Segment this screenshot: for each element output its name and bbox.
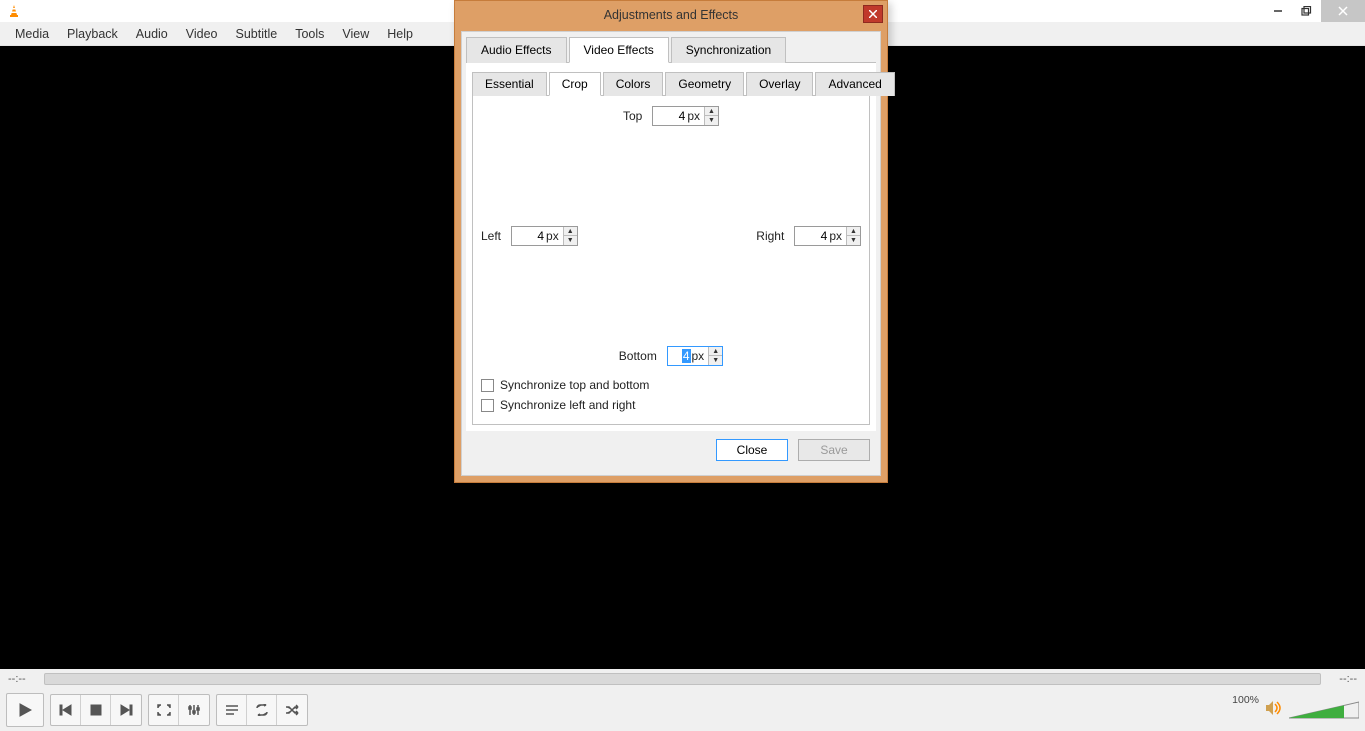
play-button[interactable] bbox=[7, 694, 43, 726]
crop-top-input[interactable] bbox=[653, 107, 687, 125]
menu-media[interactable]: Media bbox=[6, 24, 58, 44]
crop-right-down[interactable]: ▼ bbox=[847, 236, 860, 245]
crop-left-spinner[interactable]: px ▲▼ bbox=[511, 226, 578, 246]
crop-bottom-down[interactable]: ▼ bbox=[709, 356, 722, 365]
crop-bottom-suffix: px bbox=[691, 349, 709, 363]
subtab-colors[interactable]: Colors bbox=[603, 72, 664, 96]
menu-audio[interactable]: Audio bbox=[127, 24, 177, 44]
volume-percent: 100% bbox=[1232, 694, 1259, 706]
subtab-essential[interactable]: Essential bbox=[472, 72, 547, 96]
crop-right-input[interactable] bbox=[795, 227, 829, 245]
bottom-controls: --:-- --:-- 100% bbox=[0, 669, 1365, 731]
remaining-time: --:-- bbox=[1327, 673, 1357, 685]
menu-playback[interactable]: Playback bbox=[58, 24, 127, 44]
crop-left-label: Left bbox=[481, 229, 501, 243]
previous-button[interactable] bbox=[51, 695, 81, 725]
fullscreen-button[interactable] bbox=[149, 695, 179, 725]
vlc-icon bbox=[4, 4, 24, 18]
tab-synchronization[interactable]: Synchronization bbox=[671, 37, 786, 63]
menu-view[interactable]: View bbox=[333, 24, 378, 44]
crop-top-suffix: px bbox=[687, 109, 704, 123]
menu-help[interactable]: Help bbox=[378, 24, 422, 44]
crop-right-spinner[interactable]: px ▲▼ bbox=[794, 226, 861, 246]
minimize-button[interactable] bbox=[1263, 1, 1292, 21]
crop-top-label: Top bbox=[623, 109, 642, 123]
playlist-button[interactable] bbox=[217, 695, 247, 725]
dialog-title-text: Adjustments and Effects bbox=[604, 8, 739, 22]
sync-top-bottom-label: Synchronize top and bottom bbox=[500, 378, 649, 392]
dialog-title-bar[interactable]: Adjustments and Effects bbox=[455, 1, 887, 29]
tab-video-effects[interactable]: Video Effects bbox=[569, 37, 669, 63]
crop-right-up[interactable]: ▲ bbox=[847, 227, 860, 236]
elapsed-time: --:-- bbox=[8, 673, 38, 685]
crop-top-down[interactable]: ▼ bbox=[705, 116, 718, 125]
video-effects-subtab-strip: Essential Crop Colors Geometry Overlay A… bbox=[472, 71, 870, 95]
main-tab-strip: Audio Effects Video Effects Synchronizat… bbox=[466, 36, 876, 63]
crop-left-suffix: px bbox=[546, 229, 563, 243]
menu-tools[interactable]: Tools bbox=[286, 24, 333, 44]
crop-bottom-input[interactable]: 4 bbox=[668, 349, 691, 363]
speaker-icon[interactable] bbox=[1265, 700, 1283, 721]
crop-right-suffix: px bbox=[829, 229, 846, 243]
close-button[interactable] bbox=[1321, 0, 1365, 22]
crop-left-down[interactable]: ▼ bbox=[564, 236, 577, 245]
subtab-geometry[interactable]: Geometry bbox=[665, 72, 744, 96]
seek-row: --:-- --:-- bbox=[0, 669, 1365, 689]
seek-slider[interactable] bbox=[44, 673, 1321, 685]
subtab-advanced[interactable]: Advanced bbox=[815, 72, 894, 96]
menu-video[interactable]: Video bbox=[177, 24, 227, 44]
sync-top-bottom-checkbox[interactable] bbox=[481, 379, 494, 392]
dialog-save-button[interactable]: Save bbox=[798, 439, 870, 461]
crop-bottom-spinner[interactable]: 4 px ▲▼ bbox=[667, 346, 723, 366]
dialog-close-action-button[interactable]: Close bbox=[716, 439, 788, 461]
sync-left-right-checkbox[interactable] bbox=[481, 399, 494, 412]
crop-bottom-up[interactable]: ▲ bbox=[709, 347, 722, 356]
sync-left-right-label: Synchronize left and right bbox=[500, 398, 635, 412]
crop-top-up[interactable]: ▲ bbox=[705, 107, 718, 116]
next-button[interactable] bbox=[111, 695, 141, 725]
crop-bottom-label: Bottom bbox=[619, 349, 657, 363]
crop-left-input[interactable] bbox=[512, 227, 546, 245]
dialog-close-button[interactable] bbox=[863, 5, 883, 23]
crop-top-spinner[interactable]: px ▲▼ bbox=[652, 106, 719, 126]
adjustments-effects-dialog: Adjustments and Effects Audio Effects Vi… bbox=[454, 0, 888, 483]
extended-settings-button[interactable] bbox=[179, 695, 209, 725]
maximize-button[interactable] bbox=[1292, 1, 1321, 21]
loop-button[interactable] bbox=[247, 695, 277, 725]
crop-left-up[interactable]: ▲ bbox=[564, 227, 577, 236]
menu-subtitle[interactable]: Subtitle bbox=[227, 24, 287, 44]
shuffle-button[interactable] bbox=[277, 695, 307, 725]
crop-right-label: Right bbox=[756, 229, 784, 243]
crop-panel: Top px ▲▼ Left px ▲▼ bbox=[472, 95, 870, 425]
subtab-overlay[interactable]: Overlay bbox=[746, 72, 813, 96]
subtab-crop[interactable]: Crop bbox=[549, 72, 601, 96]
stop-button[interactable] bbox=[81, 695, 111, 725]
volume-slider[interactable] bbox=[1289, 700, 1359, 720]
tab-audio-effects[interactable]: Audio Effects bbox=[466, 37, 567, 63]
